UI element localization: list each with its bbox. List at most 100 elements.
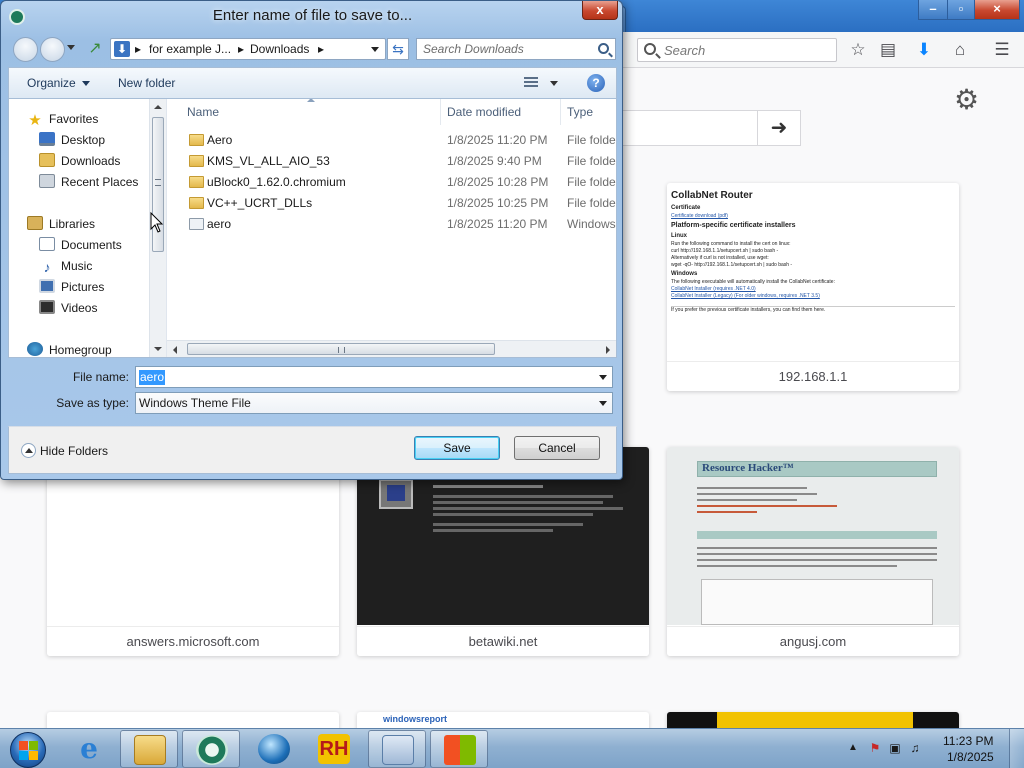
show-hidden-icons-icon[interactable]: ▲ [846, 741, 860, 755]
scroll-up-arrow[interactable] [154, 105, 162, 109]
address-bar[interactable]: ⬇ ▸ for example J... ▸ Downloads ▸ [110, 38, 386, 60]
breadcrumb-separator[interactable]: ▸ [135, 42, 141, 56]
star-icon: ★ [28, 112, 42, 129]
chevron-down-icon[interactable] [599, 375, 607, 380]
taskbar: e RH ▲ ⚑ ▣ ♫ 11:23 PM 1/8/2025 [0, 728, 1024, 768]
newtab-search-input[interactable] [620, 110, 764, 146]
thumb-screenshot [701, 579, 933, 625]
taskbar-app-control-panel[interactable] [368, 730, 426, 768]
nav-label: Favorites [49, 112, 99, 126]
gear-icon[interactable]: ⚙ [954, 86, 979, 114]
view-options-dropdown[interactable] [550, 81, 558, 86]
music-icon: ♪ [43, 259, 51, 275]
action-center-flag-icon[interactable]: ⚑ [868, 741, 882, 755]
file-name-label: File name: [72, 370, 129, 384]
top-site-tile[interactable]: Resource Hacker™ angusj.com [667, 447, 959, 656]
nav-label: Documents [61, 238, 122, 252]
browser-search-input[interactable]: Search [637, 38, 837, 62]
minimize-button[interactable]: – [918, 0, 948, 20]
nav-libraries[interactable]: Libraries [27, 214, 95, 234]
file-name-input[interactable]: aero [135, 366, 613, 388]
column-divider[interactable] [560, 99, 561, 125]
nav-homegroup[interactable]: Homegroup [27, 340, 112, 357]
forward-button[interactable] [40, 37, 65, 62]
breadcrumb-segment[interactable]: Downloads [250, 42, 309, 56]
back-button[interactable] [13, 37, 38, 62]
column-header-type[interactable]: Type [567, 105, 593, 119]
scroll-down-arrow[interactable] [154, 347, 162, 351]
change-view-icon[interactable] [524, 76, 540, 90]
menu-icon[interactable]: ☰ [992, 40, 1012, 60]
help-icon[interactable]: ? [587, 74, 605, 92]
taskbar-app-internet-explorer[interactable]: e [60, 730, 118, 768]
nav-item-documents[interactable]: Documents [39, 235, 122, 255]
hide-folders-toggle[interactable]: Hide Folders [21, 443, 108, 458]
dialog-close-button[interactable]: x [582, 1, 618, 20]
thumb-text: curl http://192.168.1.1/setupcert.sh | s… [671, 248, 779, 254]
nav-item-recent-places[interactable]: Recent Places [39, 172, 138, 192]
navigation-pane: ★ Favorites Desktop Downloads Recent Plac… [9, 99, 167, 357]
resource-hacker-icon: RH [318, 734, 350, 764]
address-dropdown-arrow[interactable] [371, 47, 379, 52]
breadcrumb-separator[interactable]: ▸ [238, 42, 244, 56]
up-folder-icon[interactable]: ↗ [85, 39, 105, 59]
file-name: uBlock0_1.62.0.chromium [207, 175, 346, 189]
taskbar-app-browser[interactable] [182, 730, 240, 768]
nav-item-downloads[interactable]: Downloads [39, 151, 120, 171]
recent-locations-dropdown[interactable] [67, 45, 75, 50]
file-row[interactable]: aero 1/8/2025 11:20 PM Windows [167, 214, 616, 235]
scroll-right-arrow[interactable] [606, 346, 610, 354]
search-input[interactable]: Search Downloads [416, 38, 616, 60]
thumb-text: Run the following command to install the… [671, 241, 791, 247]
breadcrumb-segment[interactable]: for example J... [149, 42, 231, 56]
reading-list-icon[interactable]: ▤ [878, 40, 898, 60]
top-site-tile[interactable]: CollabNet Router Certificate Certificate… [667, 183, 959, 391]
scroll-left-arrow[interactable] [173, 346, 177, 354]
maximize-button[interactable]: ▫ [947, 0, 975, 20]
cancel-button[interactable]: Cancel [514, 436, 600, 460]
network-icon[interactable]: ▣ [888, 741, 902, 755]
nav-item-desktop[interactable]: Desktop [39, 130, 105, 150]
new-folder-button[interactable]: New folder [118, 76, 175, 90]
newtab-search-go-button[interactable]: ➜ [757, 110, 801, 146]
file-row[interactable]: uBlock0_1.62.0.chromium 1/8/2025 10:28 P… [167, 172, 616, 193]
bookmark-star-icon[interactable]: ☆ [848, 40, 868, 60]
show-desktop-button[interactable] [1009, 729, 1024, 768]
file-row[interactable]: Aero 1/8/2025 11:20 PM File folder [167, 130, 616, 151]
save-button[interactable]: Save [414, 436, 500, 460]
file-list: Name Date modified Type Aero 1/8/2025 11… [167, 99, 616, 357]
file-row[interactable]: VC++_UCRT_DLLs 1/8/2025 10:25 PM File fo… [167, 193, 616, 214]
volume-icon[interactable]: ♫ [908, 741, 922, 755]
file-row[interactable]: KMS_VL_ALL_AIO_53 1/8/2025 9:40 PM File … [167, 151, 616, 172]
nav-item-pictures[interactable]: Pictures [39, 277, 104, 297]
search-icon [598, 43, 609, 54]
column-header-date[interactable]: Date modified [447, 105, 521, 119]
scrollbar-thumb[interactable] [187, 343, 495, 355]
taskbar-app-windows[interactable] [430, 730, 488, 768]
taskbar-app-resource-hacker[interactable]: RH [305, 730, 363, 768]
breadcrumb-separator[interactable]: ▸ [318, 42, 324, 56]
column-header-name[interactable]: Name [187, 105, 219, 119]
globe-icon [258, 734, 290, 764]
downloads-folder-icon: ⬇ [114, 41, 130, 57]
file-list-hscrollbar[interactable] [167, 340, 616, 357]
thumb-heading: Certificate [671, 205, 701, 211]
thumb-heading: Platform-specific certificate installers [671, 222, 796, 229]
clock-date[interactable]: 1/8/2025 [947, 750, 994, 764]
file-date: 1/8/2025 10:28 PM [447, 175, 549, 189]
internet-explorer-icon: e [80, 732, 98, 765]
nav-favorites[interactable]: ★ Favorites [27, 109, 98, 129]
nav-item-music[interactable]: ♪ Music [39, 256, 93, 276]
organize-button[interactable]: Organize [27, 76, 90, 90]
clock-time[interactable]: 11:23 PM [943, 734, 993, 748]
nav-item-videos[interactable]: Videos [39, 298, 97, 318]
downloads-icon[interactable]: ⬇ [914, 40, 934, 60]
refresh-icon[interactable]: ⇆ [387, 38, 409, 60]
start-button[interactable] [2, 730, 54, 768]
taskbar-app-globe[interactable] [245, 730, 303, 768]
home-icon[interactable]: ⌂ [950, 40, 970, 60]
taskbar-app-file-explorer[interactable] [120, 730, 178, 768]
column-divider[interactable] [440, 99, 441, 125]
save-type-select[interactable]: Windows Theme File [135, 392, 613, 414]
browser-close-button[interactable]: × [974, 0, 1020, 20]
